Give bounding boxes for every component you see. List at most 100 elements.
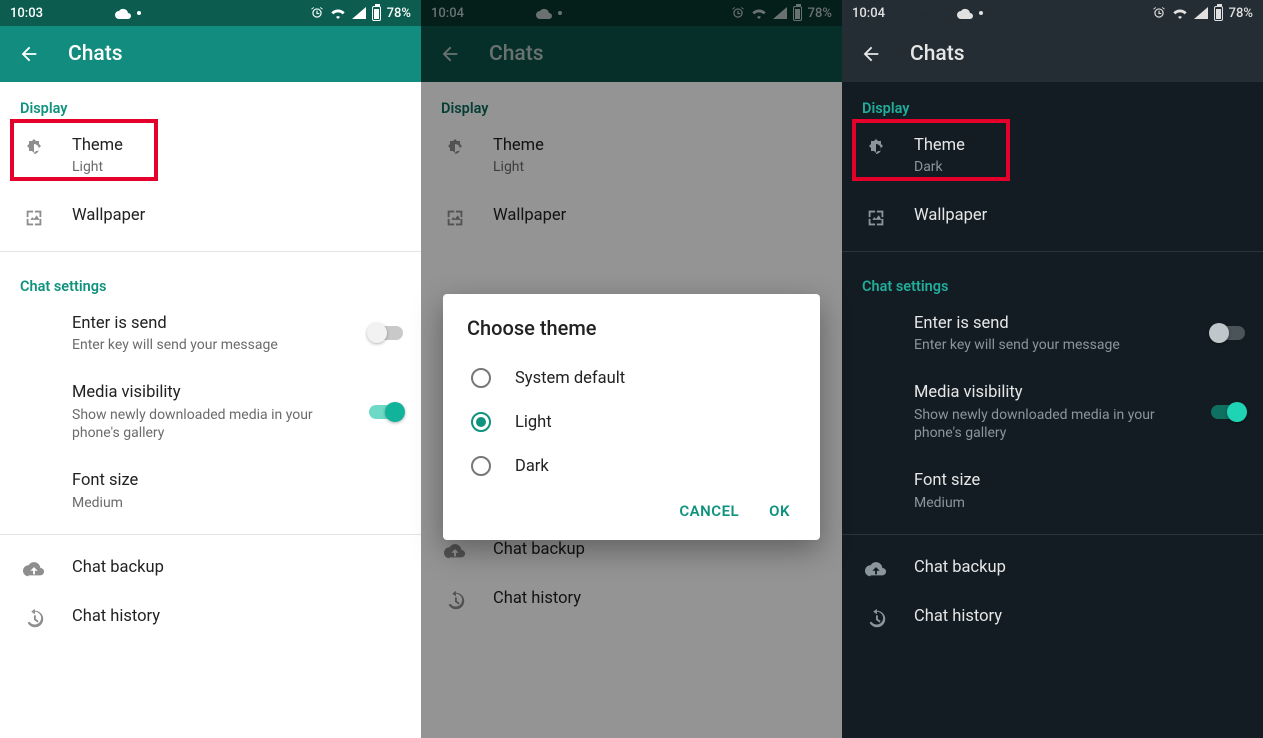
- item-wallpaper-title: Wallpaper: [72, 205, 341, 226]
- theme-dialog: Choose theme System default Light Dark C…: [443, 294, 820, 540]
- status-bar: 10:03 78%: [0, 0, 421, 26]
- item-enter-title: Enter is send: [914, 313, 1183, 334]
- wifi-icon: [1172, 7, 1188, 19]
- item-backup-title: Chat backup: [914, 557, 1183, 578]
- item-media-title: Media visibility: [914, 382, 1183, 403]
- item-theme-value: Dark: [914, 158, 1183, 176]
- section-chat-settings: Chat settings: [842, 260, 1263, 299]
- radio-light[interactable]: Light: [467, 400, 796, 444]
- item-history-title: Chat history: [914, 606, 1183, 627]
- status-time: 10:03: [10, 6, 43, 21]
- notif-icon: [71, 7, 87, 20]
- radio-dark[interactable]: Dark: [467, 444, 796, 488]
- more-notif-icon: [979, 11, 983, 15]
- item-media-visibility[interactable]: Media visibility Show newly downloaded m…: [0, 368, 421, 456]
- item-theme-title: Theme: [72, 135, 341, 156]
- status-bar: 10:04 78%: [842, 0, 1263, 26]
- notif-icon: [49, 7, 65, 20]
- radio-icon: [471, 412, 491, 432]
- item-enter-sub: Enter key will send your message: [72, 336, 341, 354]
- item-wallpaper[interactable]: Wallpaper: [842, 191, 1263, 243]
- section-display: Display: [0, 82, 421, 121]
- section-display: Display: [842, 82, 1263, 121]
- notif-icon: [913, 7, 929, 20]
- item-media-sub: Show newly downloaded media in your phon…: [914, 406, 1183, 442]
- dialog-cancel-button[interactable]: CANCEL: [679, 502, 739, 520]
- item-media-sub: Show newly downloaded media in your phon…: [72, 406, 341, 442]
- divider: [0, 251, 421, 252]
- status-time: 10:04: [852, 6, 885, 21]
- brightness-icon: [20, 135, 48, 161]
- radio-label: System default: [515, 369, 625, 388]
- divider: [0, 534, 421, 535]
- battery-icon: [1214, 6, 1223, 21]
- toggle-media-visibility[interactable]: [369, 405, 403, 419]
- brightness-icon: [862, 135, 890, 161]
- item-theme[interactable]: Theme Light: [0, 121, 421, 191]
- item-chat-history[interactable]: Chat history: [842, 592, 1263, 644]
- wifi-icon: [330, 7, 346, 19]
- battery-percent: 78%: [387, 6, 411, 21]
- item-history-title: Chat history: [72, 606, 341, 627]
- notif-icon: [891, 7, 907, 20]
- signal-icon: [352, 7, 366, 19]
- divider: [842, 534, 1263, 535]
- appbar-title: Chats: [68, 42, 123, 66]
- item-enter-is-send[interactable]: Enter is send Enter key will send your m…: [0, 299, 421, 369]
- screen-dialog: 10:04 78% Chats Display Theme Light: [421, 0, 842, 738]
- notif-icon: [935, 7, 951, 20]
- cloud-icon: [115, 7, 131, 19]
- history-icon: [862, 606, 890, 630]
- back-icon[interactable]: [18, 43, 40, 65]
- signal-icon: [1194, 7, 1208, 19]
- item-wallpaper-title: Wallpaper: [914, 205, 1183, 226]
- item-chat-backup[interactable]: Chat backup: [0, 543, 421, 592]
- dialog-ok-button[interactable]: OK: [769, 502, 790, 520]
- cloud-upload-icon: [20, 557, 48, 577]
- screen-light: 10:03 78% Chats Display Theme L: [0, 0, 421, 738]
- radio-icon: [471, 456, 491, 476]
- item-enter-is-send[interactable]: Enter is send Enter key will send your m…: [842, 299, 1263, 369]
- radio-label: Dark: [515, 457, 549, 476]
- app-bar: Chats: [0, 26, 421, 82]
- item-theme-title: Theme: [914, 135, 1183, 156]
- item-theme[interactable]: Theme Dark: [842, 121, 1263, 191]
- item-backup-title: Chat backup: [72, 557, 341, 578]
- toggle-media-visibility[interactable]: [1211, 405, 1245, 419]
- app-bar: Chats: [842, 26, 1263, 82]
- item-font-sub: Medium: [914, 494, 1183, 512]
- history-icon: [20, 606, 48, 630]
- item-media-title: Media visibility: [72, 382, 341, 403]
- wallpaper-icon: [862, 205, 890, 229]
- radio-system-default[interactable]: System default: [467, 356, 796, 400]
- back-icon[interactable]: [860, 43, 882, 65]
- screen-dark: 10:04 78% Chats Display Theme D: [842, 0, 1263, 738]
- item-media-visibility[interactable]: Media visibility Show newly downloaded m…: [842, 368, 1263, 456]
- toggle-enter-is-send[interactable]: [1211, 326, 1245, 340]
- item-enter-sub: Enter key will send your message: [914, 336, 1183, 354]
- item-theme-value: Light: [72, 158, 341, 176]
- item-wallpaper[interactable]: Wallpaper: [0, 191, 421, 243]
- item-font-sub: Medium: [72, 494, 341, 512]
- battery-percent: 78%: [1229, 6, 1253, 21]
- item-font-title: Font size: [914, 470, 1183, 491]
- battery-icon: [372, 6, 381, 21]
- item-font-size[interactable]: Font size Medium: [0, 456, 421, 526]
- section-chat-settings: Chat settings: [0, 260, 421, 299]
- appbar-title: Chats: [910, 42, 965, 66]
- cloud-icon: [957, 7, 973, 19]
- alarm-icon: [1152, 6, 1166, 20]
- wallpaper-icon: [20, 205, 48, 229]
- item-chat-history[interactable]: Chat history: [0, 592, 421, 644]
- item-chat-backup[interactable]: Chat backup: [842, 543, 1263, 592]
- alarm-icon: [310, 6, 324, 20]
- radio-icon: [471, 368, 491, 388]
- notif-icon: [93, 7, 109, 20]
- more-notif-icon: [137, 11, 141, 15]
- item-enter-title: Enter is send: [72, 313, 341, 334]
- dialog-title: Choose theme: [467, 316, 796, 340]
- cloud-upload-icon: [862, 557, 890, 577]
- item-font-title: Font size: [72, 470, 341, 491]
- item-font-size[interactable]: Font size Medium: [842, 456, 1263, 526]
- toggle-enter-is-send[interactable]: [369, 326, 403, 340]
